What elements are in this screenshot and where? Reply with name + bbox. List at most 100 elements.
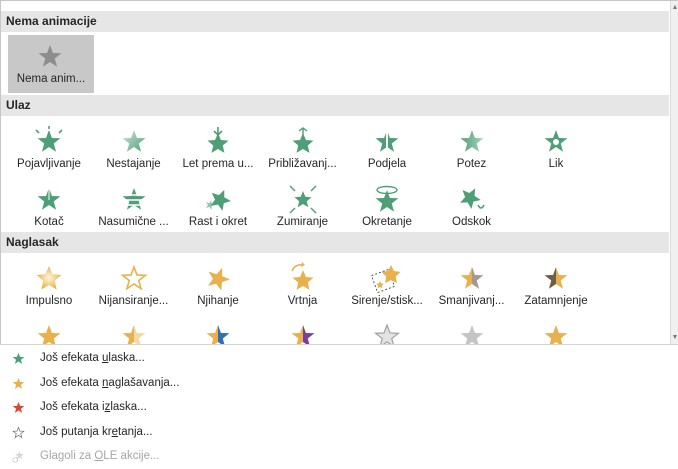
effect-label: Približavanj... — [268, 158, 337, 170]
menu-item-ole-gear[interactable]: Glagoli za OLE akcije... — [0, 444, 678, 469]
star-fill-color-icon — [460, 325, 483, 344]
effect-tile-star-line-color[interactable] — [345, 315, 429, 344]
effect-label: Pojavljivanje — [17, 158, 81, 170]
star-complementary-color-icon — [291, 325, 314, 344]
menu-item-motion-path-star[interactable]: Još putanja kretanja... — [0, 420, 678, 445]
effect-tile-star-desaturate[interactable]: Smanjivanj... — [430, 257, 514, 314]
effect-label: Let prema u... — [182, 158, 254, 170]
effect-label: Odskok — [452, 216, 491, 228]
effect-label: Smanjivanj... — [438, 295, 505, 307]
effect-label: Nema anim... — [16, 73, 86, 85]
effect-tile-star-fill-color[interactable] — [430, 315, 514, 344]
star-pulse-icon — [36, 266, 62, 290]
menu-item-label: Glagoli za OLE akcije... — [40, 444, 160, 469]
effect-tile-star-font-color[interactable] — [514, 315, 598, 344]
section-header-none: Nema animacije — [1, 11, 669, 32]
star-fly-in-icon — [207, 127, 229, 153]
effect-tile-star-bounce[interactable]: Odskok — [430, 178, 514, 235]
effect-tile-star-pulse[interactable]: Impulsno — [7, 257, 91, 314]
effect-label: Okretanje — [362, 216, 412, 228]
effect-label: Lik — [548, 158, 564, 170]
star-teeter-icon — [208, 267, 230, 291]
effect-tile-star-wipe[interactable]: Potez — [430, 120, 514, 177]
animation-gallery: Nema animacije Ulaz Naglasak Nema anim..… — [0, 0, 678, 344]
menu-item-emphasis-star[interactable]: Još efekata naglašavanja... — [0, 371, 678, 396]
label-prefix: Glagoli za — [40, 450, 95, 463]
label-prefix: Još efekata — [40, 352, 103, 364]
effect-tile-star-spin[interactable]: Vrtnja — [261, 257, 345, 314]
star-swivel-icon — [375, 185, 399, 212]
exit-star-icon — [12, 402, 25, 414]
star-darken-icon — [544, 267, 568, 289]
effect-tile-star-fly-in[interactable]: Let prema u... — [176, 120, 260, 177]
motion-path-star-icon — [12, 426, 25, 439]
effect-tile-star-fade[interactable]: Nestajanje — [92, 120, 176, 177]
star-none-icon — [38, 45, 62, 67]
effect-tile-star-none[interactable]: Nema anim... — [8, 35, 94, 93]
scroll-down-icon[interactable]: ▼ — [671, 333, 678, 343]
effect-label: Nestajanje — [106, 158, 161, 170]
effect-tile-star-wheel[interactable]: Kotač — [7, 178, 91, 235]
effect-label: Rast i okret — [188, 216, 248, 228]
star-grow-turn-icon — [205, 189, 231, 211]
section-header-entrance: Ulaz — [1, 95, 669, 116]
star-line-color-icon — [373, 323, 401, 344]
effect-label: Podjela — [367, 158, 407, 170]
effect-tile-star-grow-shrink[interactable]: Širenje/stisk... — [345, 257, 429, 314]
label-prefix: Još putanja kr — [40, 425, 112, 438]
effect-tile-star-swivel[interactable]: Okretanje — [345, 178, 429, 235]
label-suffix: laska... — [108, 352, 145, 364]
menu-item-exit-star[interactable]: Još efekata izlaska... — [0, 395, 678, 420]
effect-label: Njihanje — [197, 295, 239, 307]
effect-label: Nijansiranje... — [98, 295, 169, 307]
star-font-color-icon — [544, 325, 568, 344]
effect-tile-star-transparency[interactable] — [92, 315, 176, 344]
star-appear-icon — [35, 126, 63, 152]
effect-tile-star-shape[interactable]: Lik — [514, 120, 598, 177]
ole-gear-icon — [12, 451, 24, 464]
label-suffix: aglašavanja... — [108, 376, 180, 389]
label-prefix: Još efekata — [40, 376, 103, 389]
effect-label: Zatamnjenje — [524, 295, 588, 307]
more-effects-menu: Još efekata ulaska... Još efekata naglaša… — [0, 344, 678, 469]
star-transparency-icon — [122, 325, 145, 344]
label-suffix: LE akcije... — [103, 450, 160, 463]
star-shape-icon — [544, 130, 568, 152]
star-spin-icon — [290, 262, 313, 290]
menu-item-label: Još putanja kretanja... — [40, 420, 153, 445]
effect-tile-star-zoom[interactable]: Zumiranje — [261, 178, 345, 235]
label-suffix: laska... — [110, 401, 147, 414]
effect-tile-star-random-bars[interactable]: Nasumične ... — [92, 178, 176, 235]
section-header-emphasis: Naglasak — [1, 232, 669, 253]
effect-tile-star-grow-turn[interactable]: Rast i okret — [176, 178, 260, 235]
star-float-in-icon — [292, 127, 313, 153]
menu-item-entrance-star[interactable]: Još efekata ulaska... — [0, 346, 678, 371]
label-suffix: tanja... — [118, 425, 153, 438]
label-prefix: Još efekata i — [40, 401, 105, 414]
effect-label: Potez — [456, 158, 487, 170]
effect-tile-star-float-in[interactable]: Približavanj... — [261, 120, 345, 177]
effect-tile-star-teeter[interactable]: Njihanje — [176, 257, 260, 314]
menu-item-label: Još efekata ulaska... — [40, 346, 145, 371]
star-object-color-icon — [206, 325, 230, 344]
effect-label: Vrtnja — [287, 295, 318, 307]
effect-label: Kotač — [34, 216, 64, 228]
menu-item-label: Još efekata naglašavanja... — [40, 371, 179, 396]
star-fade-icon — [122, 130, 145, 152]
star-color-pulse-icon — [119, 264, 148, 291]
star-split-icon — [375, 128, 399, 155]
star-desaturate-icon — [460, 267, 483, 289]
effect-tile-star-split[interactable]: Podjela — [345, 120, 429, 177]
effect-tile-star-darken[interactable]: Zatamnjenje — [514, 257, 598, 314]
star-lighten-icon — [37, 325, 61, 344]
effect-tile-star-lighten[interactable] — [7, 315, 91, 344]
effect-tile-star-color-pulse[interactable]: Nijansiranje... — [92, 257, 176, 314]
effect-label: Nasumične ... — [98, 216, 169, 228]
scroll-up-icon[interactable]: ▲ — [671, 3, 678, 13]
effect-tile-star-complementary-color[interactable] — [261, 315, 345, 344]
menu-item-label: Još efekata izlaska... — [40, 395, 147, 420]
gallery-scrollbar[interactable]: ▲ ▼ — [670, 1, 678, 344]
effect-tile-star-object-color[interactable] — [176, 315, 260, 344]
effect-tile-star-appear[interactable]: Pojavljivanje — [7, 120, 91, 177]
entrance-star-icon — [12, 352, 25, 364]
